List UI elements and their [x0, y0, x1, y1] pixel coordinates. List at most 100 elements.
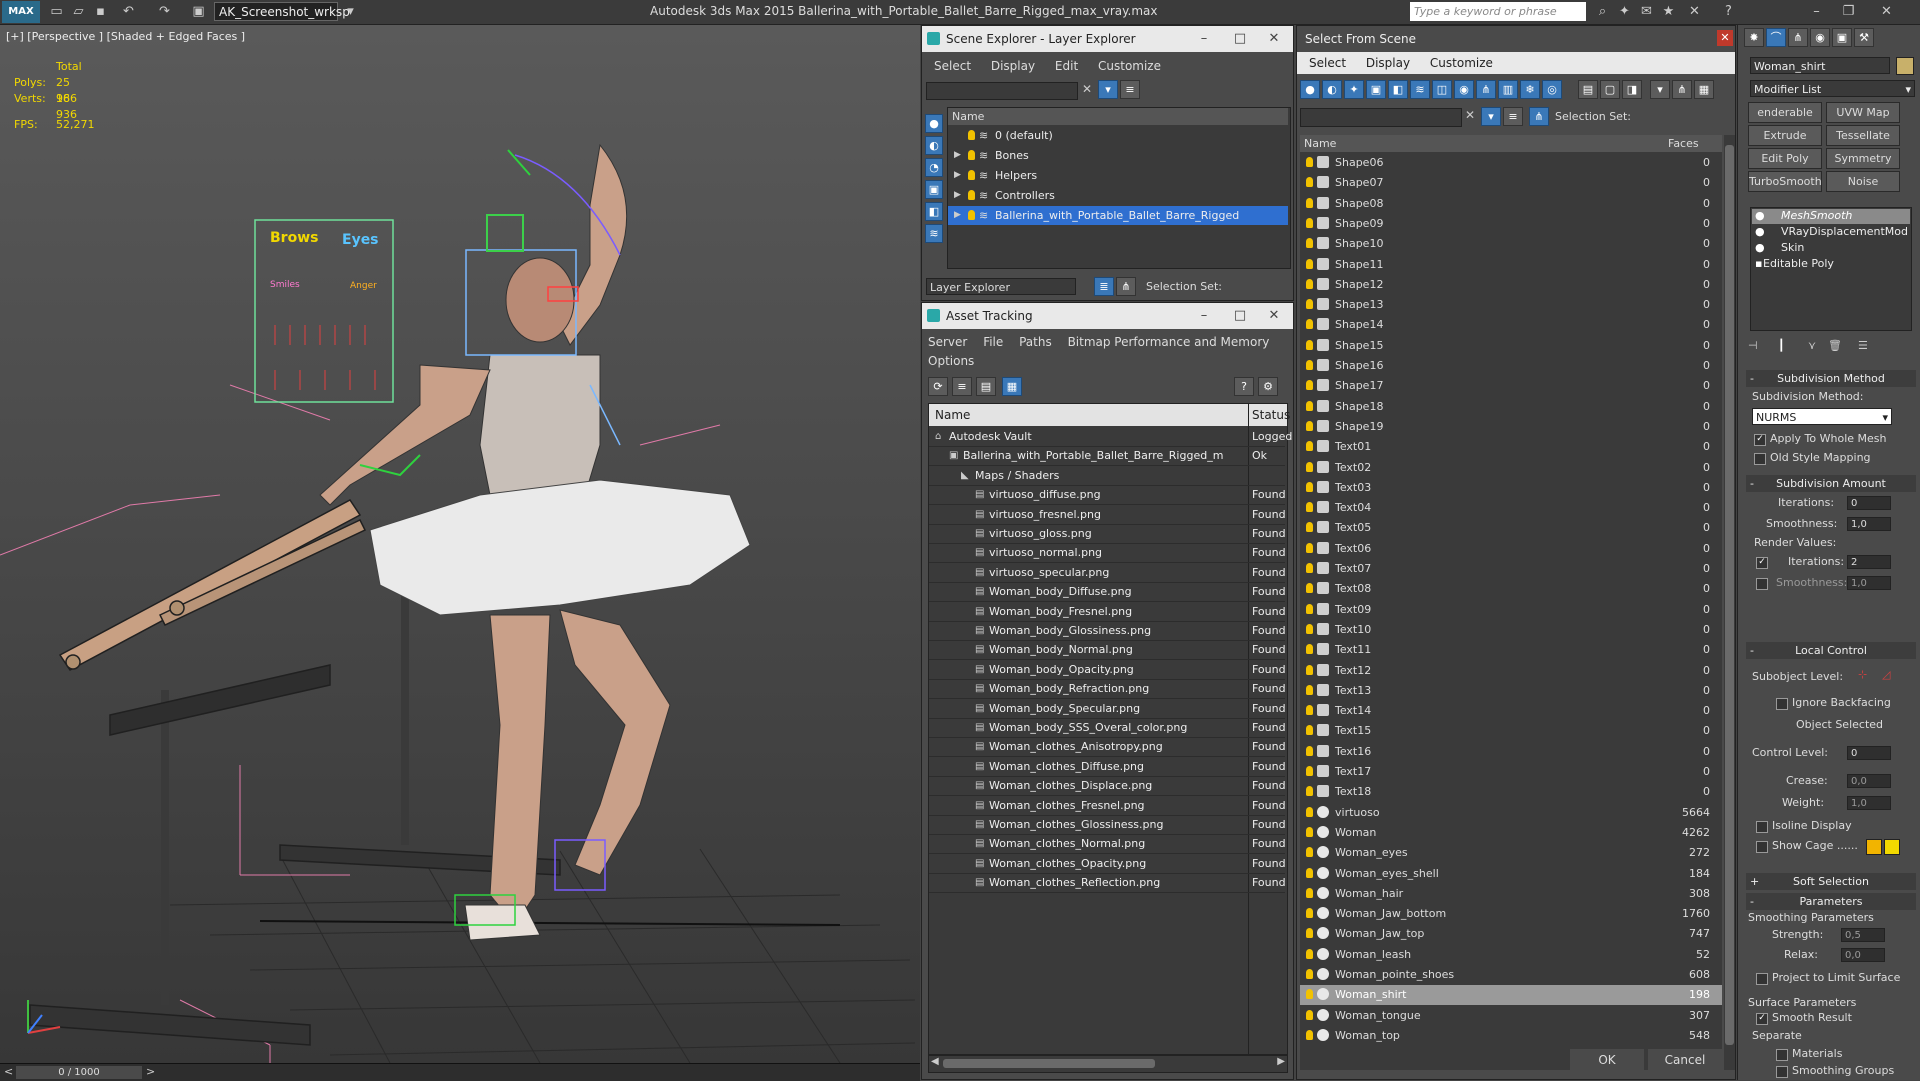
- bulb-icon[interactable]: [1306, 217, 1313, 228]
- object-row[interactable]: Woman 4262: [1300, 823, 1722, 843]
- menu-options[interactable]: Options: [928, 354, 974, 368]
- undo-icon[interactable]: ↶: [120, 3, 137, 20]
- asset-row[interactable]: ▤ Woman_clothes_Reflection.png Found: [929, 873, 1286, 894]
- column-faces-header[interactable]: Faces: [1668, 135, 1699, 152]
- object-row[interactable]: Text16 0: [1300, 742, 1722, 762]
- layer-row[interactable]: ≋ 0 (default): [948, 126, 1288, 145]
- scrollbar-thumb[interactable]: [1725, 145, 1734, 1045]
- asset-row[interactable]: ▤ Woman_body_Normal.png Found: [929, 640, 1286, 661]
- bulb-icon[interactable]: [1306, 441, 1313, 452]
- clear-find-icon[interactable]: ✕: [1082, 82, 1092, 96]
- display-bones-icon[interactable]: ≋: [925, 224, 943, 243]
- object-row[interactable]: Shape15 0: [1300, 336, 1722, 356]
- expand-arrow-icon[interactable]: ▶: [954, 186, 961, 205]
- bulb-icon[interactable]: [1306, 319, 1313, 330]
- bulb-icon[interactable]: [1306, 197, 1313, 208]
- minimize-icon[interactable]: –: [1189, 26, 1219, 52]
- motion-tab-icon[interactable]: ◉: [1810, 28, 1830, 47]
- menu-file[interactable]: File: [983, 335, 1003, 349]
- close-icon[interactable]: ✕: [1259, 26, 1289, 52]
- bulb-icon[interactable]: ●: [1755, 209, 1765, 222]
- object-row[interactable]: Text07 0: [1300, 559, 1722, 579]
- display-containers-icon[interactable]: ▥: [1498, 80, 1518, 99]
- object-row[interactable]: Woman_top 548: [1300, 1026, 1722, 1046]
- asset-row[interactable]: ▤ Woman_body_Diffuse.png Found: [929, 582, 1286, 603]
- object-row[interactable]: Text15 0: [1300, 721, 1722, 741]
- modifier-button-uvw-map[interactable]: UVW Map: [1826, 102, 1900, 123]
- vertex-subobject-icon[interactable]: ⊹: [1858, 668, 1867, 681]
- asset-row[interactable]: ▣ Ballerina_with_Portable_Ballet_Barre_Ri…: [929, 446, 1285, 467]
- bulb-icon[interactable]: [1306, 623, 1313, 634]
- display-tab-icon[interactable]: ▣: [1832, 28, 1852, 47]
- layer-row[interactable]: ▶ ≋ Helpers: [948, 166, 1288, 185]
- display-shapes-icon[interactable]: ◐: [1322, 80, 1342, 99]
- filter-options-icon[interactable]: ▾: [1650, 80, 1670, 99]
- modifier-button-edit-poly[interactable]: Edit Poly: [1748, 148, 1822, 169]
- hierarchy-icon[interactable]: ⋔: [1116, 277, 1136, 296]
- bulb-icon[interactable]: [1306, 948, 1313, 959]
- expand-arrow-icon[interactable]: ▶: [954, 206, 961, 225]
- explorer-type-dropdown[interactable]: Layer Explorer: [926, 278, 1076, 295]
- close-icon[interactable]: ✕: [1259, 303, 1289, 329]
- viewport-label[interactable]: [+] [Perspective ] [Shaded + Edged Faces…: [6, 30, 245, 43]
- crease-spinner[interactable]: 0,0: [1847, 774, 1891, 788]
- redo-icon[interactable]: ↷: [156, 3, 173, 20]
- object-row[interactable]: Shape11 0: [1300, 255, 1722, 275]
- bulb-icon[interactable]: [1306, 908, 1313, 919]
- menu-customize[interactable]: Customize: [1098, 59, 1161, 73]
- bulb-icon[interactable]: [1306, 157, 1313, 167]
- display-lights-icon[interactable]: ✦: [1344, 80, 1364, 99]
- bulb-icon[interactable]: [1306, 887, 1313, 898]
- hierarchy-toggle-icon[interactable]: ⋔: [1672, 80, 1692, 99]
- object-row[interactable]: Text18 0: [1300, 782, 1722, 802]
- object-row[interactable]: Woman_Jaw_bottom 1760: [1300, 904, 1722, 924]
- object-row[interactable]: Shape06 0: [1300, 153, 1722, 173]
- bulb-icon[interactable]: [1306, 278, 1313, 289]
- asset-row[interactable]: ▤ virtuoso_normal.png Found: [929, 543, 1286, 564]
- modifier-button-turbosmooth[interactable]: TurboSmooth: [1748, 171, 1822, 192]
- object-row[interactable]: Text03 0: [1300, 478, 1722, 498]
- render-iterations-checkbox[interactable]: ✓: [1756, 557, 1768, 569]
- layer-explorer-icon[interactable]: ≣: [1094, 277, 1114, 296]
- save-file-icon[interactable]: ▪: [92, 3, 109, 20]
- bulb-icon[interactable]: [1306, 664, 1313, 675]
- layer-options-icon[interactable]: ≡: [1120, 80, 1140, 99]
- utilities-tab-icon[interactable]: ⚒: [1854, 28, 1874, 47]
- object-row[interactable]: Shape19 0: [1300, 417, 1722, 437]
- object-row[interactable]: Text11 0: [1300, 640, 1722, 660]
- bulb-icon[interactable]: [1306, 583, 1313, 594]
- bulb-icon[interactable]: [1306, 867, 1313, 878]
- asset-row[interactable]: ▤ Woman_body_Opacity.png Found: [929, 660, 1286, 680]
- help-icon[interactable]: ?: [1720, 3, 1737, 20]
- strength-spinner[interactable]: 0,5: [1841, 928, 1885, 942]
- filter-icon[interactable]: ▾: [1481, 107, 1501, 126]
- project-folder-icon[interactable]: ▣: [190, 3, 207, 20]
- thumbnail-view-icon[interactable]: ▤: [976, 377, 996, 396]
- prev-frame-icon[interactable]: <: [4, 1065, 13, 1078]
- modify-tab-icon[interactable]: ⌒: [1766, 28, 1786, 47]
- communication-center-icon[interactable]: ✉: [1638, 3, 1655, 20]
- object-row[interactable]: Woman_leash 52: [1300, 945, 1722, 965]
- bulb-icon[interactable]: [968, 130, 975, 140]
- layer-row[interactable]: ▶ ≋ Controllers: [948, 186, 1288, 205]
- object-row[interactable]: Text13 0: [1300, 681, 1722, 701]
- display-frozen-icon[interactable]: ❄: [1520, 80, 1540, 99]
- bulb-icon[interactable]: [968, 170, 975, 180]
- display-shapes-icon[interactable]: ◐: [925, 136, 943, 155]
- configure-sets-icon[interactable]: ☰: [1858, 339, 1868, 352]
- modifier-button-tessellate[interactable]: Tessellate: [1826, 125, 1900, 146]
- asset-row[interactable]: ▤ virtuoso_gloss.png Found: [929, 524, 1286, 544]
- display-helpers-icon[interactable]: ◧: [1388, 80, 1408, 99]
- menu-select[interactable]: Select: [1309, 56, 1346, 70]
- modifier-button-extrude[interactable]: Extrude: [1748, 125, 1822, 146]
- isoline-display-checkbox[interactable]: [1756, 821, 1768, 833]
- asset-row[interactable]: ◣ Maps / Shaders: [929, 466, 1285, 486]
- search-input[interactable]: Type a keyword or phrase: [1410, 2, 1586, 21]
- display-xrefs-icon[interactable]: ◉: [1454, 80, 1474, 99]
- bulb-icon[interactable]: [1306, 745, 1313, 756]
- object-row[interactable]: Woman_eyes 272: [1300, 843, 1722, 863]
- asset-row[interactable]: ▤ Woman_body_Refraction.png Found: [929, 679, 1286, 700]
- bulb-icon[interactable]: [1306, 177, 1313, 188]
- bulb-icon[interactable]: [1306, 603, 1313, 614]
- object-row[interactable]: Shape08 0: [1300, 194, 1722, 214]
